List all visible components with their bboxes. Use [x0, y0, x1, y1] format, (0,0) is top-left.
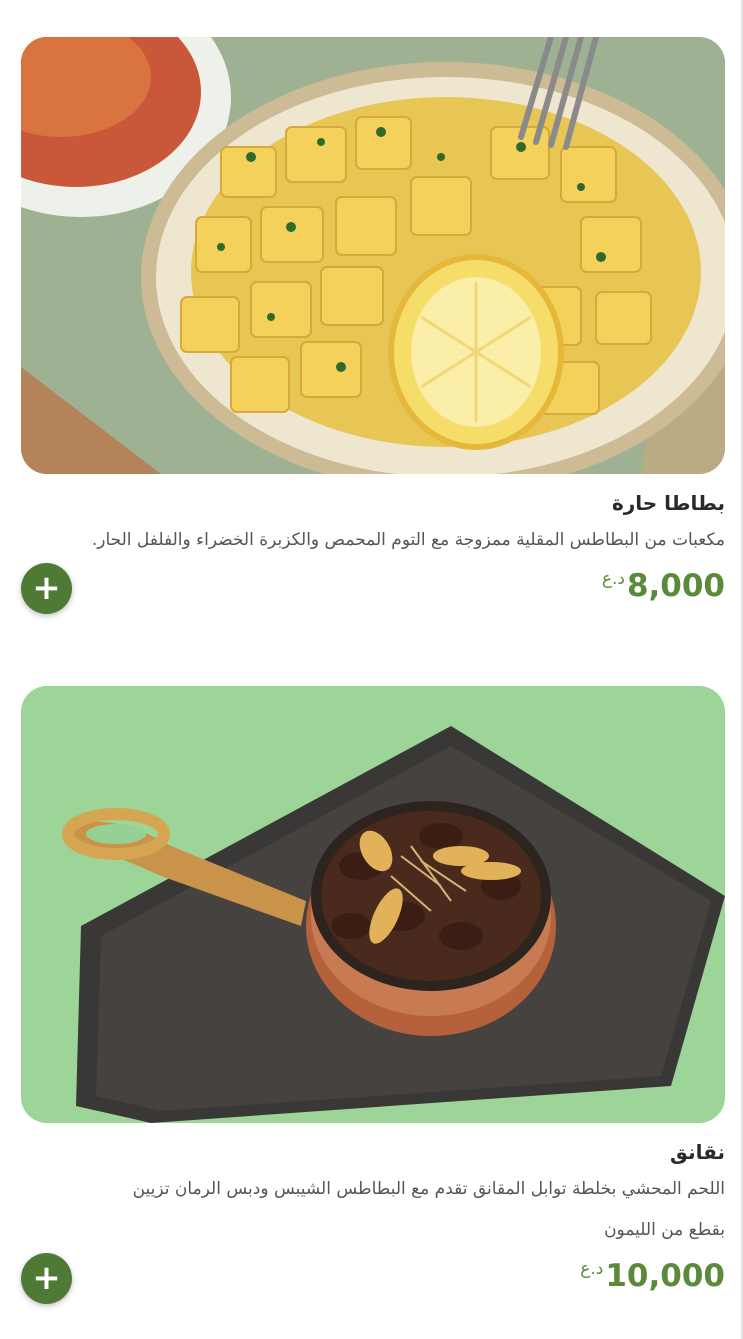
spicy-potato-dish-photo: [21, 37, 725, 474]
plus-icon: +: [32, 1257, 61, 1298]
currency-label: د.ع: [601, 569, 625, 589]
menu-item-card[interactable]: نقانق اللحم المحشي بخلطة توابل المقانق ت…: [21, 686, 725, 1311]
price-value: 8,000: [626, 568, 725, 604]
item-price: د.ع 8,000: [602, 567, 725, 605]
item-description-line: بقطع من الليمون: [604, 1220, 725, 1240]
currency-label: د.ع: [580, 1259, 604, 1279]
item-price: د.ع 10,000: [580, 1257, 725, 1295]
item-footer: + د.ع 8,000: [21, 563, 725, 621]
item-description-line: اللحم المحشي بخلطة توابل المقانق تقدم مع…: [132, 1179, 725, 1199]
sausage-pan-photo: [21, 686, 725, 1123]
plus-icon: +: [32, 567, 61, 608]
item-footer: + د.ع 10,000: [21, 1253, 725, 1311]
item-description: اللحم المحشي بخلطة توابل المقانق تقدم مع…: [21, 1169, 725, 1251]
menu-item-card[interactable]: بطاطا حارة مكعبات من البطاطس المقلية ممز…: [21, 37, 725, 621]
item-title: بطاطا حارة: [611, 491, 725, 515]
menu-page: بطاطا حارة مكعبات من البطاطس المقلية ممز…: [0, 0, 743, 1339]
item-title: نقانق: [670, 1140, 725, 1164]
price-value: 10,000: [605, 1258, 725, 1294]
add-to-cart-button[interactable]: +: [21, 563, 72, 614]
item-description: مكعبات من البطاطس المقلية ممزوجة مع التو…: [91, 530, 725, 550]
add-to-cart-button[interactable]: +: [21, 1253, 72, 1304]
